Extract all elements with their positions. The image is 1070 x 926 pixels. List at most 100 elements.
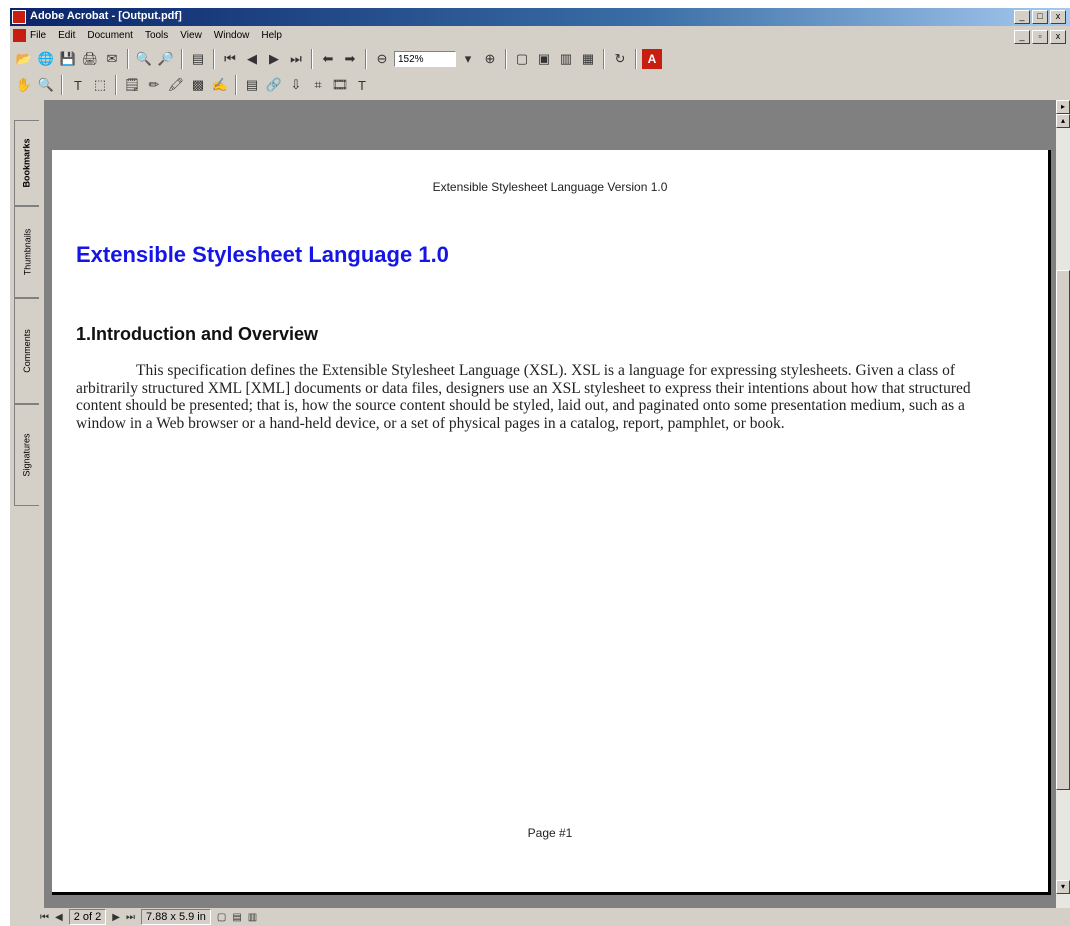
toolbar-separator bbox=[635, 49, 637, 69]
main-toolbar: 📂 🌐 💾 🖨 ✉ 🔍 🔎 ▤ ⏮ ◀ ▶ ⏭ ⬅ ➡ ⊖ 152% ▾ ⊕ ▢… bbox=[10, 46, 1070, 72]
first-page-icon[interactable]: ⏮ bbox=[220, 49, 240, 69]
zoom-tool-icon[interactable]: 🔍 bbox=[36, 75, 56, 95]
page-footer: Page #1 bbox=[527, 826, 573, 840]
menu-bar: File Edit Document Tools View Window Hel… bbox=[10, 27, 1070, 45]
tab-thumbnails-label: Thumbnails bbox=[22, 228, 32, 276]
page-header: Extensible Stylesheet Language Version 1… bbox=[432, 180, 668, 194]
text-select-icon[interactable]: T bbox=[68, 75, 88, 95]
tab-comments[interactable]: Comments bbox=[14, 298, 39, 404]
toolbar-separator bbox=[603, 49, 605, 69]
last-page-icon[interactable]: ⏭ bbox=[286, 49, 306, 69]
hand-tool-icon[interactable]: ✋ bbox=[14, 75, 34, 95]
first-page-nav-icon[interactable]: ⏮ bbox=[40, 912, 49, 923]
menu-tools[interactable]: Tools bbox=[145, 30, 168, 41]
toolbar-separator bbox=[181, 49, 183, 69]
pdf-page: Extensible Stylesheet Language Version 1… bbox=[52, 150, 1051, 895]
fit-width-icon[interactable]: ▥ bbox=[556, 49, 576, 69]
tools-toolbar: ✋ 🔍 T ⬚ 🗒 ✏ 🖍 ▩ ✍ ▤ 🔗 ⇩ ⌗ 🎞 T bbox=[10, 72, 514, 98]
menu-edit[interactable]: Edit bbox=[58, 30, 75, 41]
go-forward-icon[interactable]: ➡ bbox=[340, 49, 360, 69]
window-title: Adobe Acrobat - [Output.pdf] bbox=[30, 10, 182, 22]
maximize-button[interactable]: □ bbox=[1032, 10, 1048, 24]
toolbar-separator bbox=[311, 49, 313, 69]
zoom-in-icon[interactable]: ⊕ bbox=[480, 49, 500, 69]
toolbar-separator bbox=[505, 49, 507, 69]
movie-tool-icon[interactable]: 🎞 bbox=[330, 75, 350, 95]
previous-page-icon[interactable]: ◀ bbox=[242, 49, 262, 69]
doc-restore-button[interactable]: ▫ bbox=[1032, 30, 1048, 44]
menu-file[interactable]: File bbox=[30, 30, 46, 41]
print-icon[interactable]: 🖨 bbox=[80, 49, 100, 69]
document-icon[interactable] bbox=[13, 29, 26, 42]
toolbar-separator bbox=[127, 49, 129, 69]
acrobat-window: Adobe Acrobat - [Output.pdf] _ □ x File … bbox=[10, 8, 1070, 926]
note-tool-icon[interactable]: 🗒 bbox=[122, 75, 142, 95]
toolbar-separator bbox=[61, 75, 63, 95]
fit-visible-icon[interactable]: ▦ bbox=[578, 49, 598, 69]
toolbar-separator bbox=[365, 49, 367, 69]
menu-window[interactable]: Window bbox=[214, 30, 250, 41]
email-icon[interactable]: ✉ bbox=[102, 49, 122, 69]
open-icon[interactable]: 📂 bbox=[14, 49, 34, 69]
toolbar-separator bbox=[115, 75, 117, 95]
zoom-level-field[interactable]: 152% bbox=[394, 51, 456, 67]
crop-tool-icon[interactable]: ⌗ bbox=[308, 75, 328, 95]
scroll-right-arrow-icon[interactable]: ▸ bbox=[1056, 100, 1070, 114]
next-page-icon[interactable]: ▶ bbox=[264, 49, 284, 69]
tab-bookmarks[interactable]: Bookmarks bbox=[14, 120, 39, 206]
touchup-text-icon[interactable]: T bbox=[352, 75, 372, 95]
tab-signatures-label: Signatures bbox=[22, 433, 32, 477]
section-heading: 1.Introduction and Overview bbox=[76, 324, 319, 344]
navigation-tabs: Bookmarks Thumbnails Comments Signatures bbox=[10, 100, 45, 908]
menu-view[interactable]: View bbox=[180, 30, 202, 41]
graphics-select-icon[interactable]: ⬚ bbox=[90, 75, 110, 95]
page-size-display: 7.88 x 5.9 in bbox=[140, 909, 211, 925]
menu-document[interactable]: Document bbox=[87, 30, 133, 41]
link-tool-icon[interactable]: 🔗 bbox=[264, 75, 284, 95]
find-icon[interactable]: 🔍 bbox=[134, 49, 154, 69]
tab-bookmarks-label: Bookmarks bbox=[22, 138, 32, 188]
search-icon[interactable]: 🔎 bbox=[156, 49, 176, 69]
tab-thumbnails[interactable]: Thumbnails bbox=[14, 206, 39, 298]
go-back-icon[interactable]: ⬅ bbox=[318, 49, 338, 69]
close-button[interactable]: x bbox=[1050, 10, 1066, 24]
previous-page-nav-icon[interactable]: ◀ bbox=[55, 912, 63, 923]
zoom-dropdown-icon[interactable]: ▾ bbox=[458, 49, 478, 69]
last-page-nav-icon[interactable]: ⏭ bbox=[126, 912, 135, 923]
article-tool-icon[interactable]: ⇩ bbox=[286, 75, 306, 95]
next-page-nav-icon[interactable]: ▶ bbox=[112, 912, 120, 923]
doc-minimize-button[interactable]: _ bbox=[1014, 30, 1030, 44]
vertical-scrollbar[interactable]: ▸ ▴ ▾ bbox=[1056, 100, 1070, 908]
acrobat-app-icon bbox=[12, 10, 26, 24]
scroll-down-arrow-icon[interactable]: ▾ bbox=[1056, 880, 1070, 894]
document-title: Extensible Stylesheet Language 1.0 bbox=[76, 242, 449, 267]
rotate-icon[interactable]: ↻ bbox=[610, 49, 630, 69]
page-indicator[interactable]: 2 of 2 bbox=[68, 909, 107, 925]
body-paragraph: This specification defines the Extensibl… bbox=[76, 362, 971, 432]
menu-help[interactable]: Help bbox=[261, 30, 282, 41]
form-tool-icon[interactable]: ▤ bbox=[242, 75, 262, 95]
tab-comments-label: Comments bbox=[22, 329, 33, 373]
actual-size-icon[interactable]: ▢ bbox=[512, 49, 532, 69]
minimize-button[interactable]: _ bbox=[1014, 10, 1030, 24]
continuous-layout-icon[interactable]: ▤ bbox=[232, 912, 241, 923]
scrollbar-thumb[interactable] bbox=[1056, 270, 1070, 790]
adobe-logo-icon[interactable]: A bbox=[642, 49, 662, 69]
scroll-up-arrow-icon[interactable]: ▴ bbox=[1056, 114, 1070, 128]
single-page-layout-icon[interactable]: ▢ bbox=[217, 912, 226, 923]
zoom-out-icon[interactable]: ⊖ bbox=[372, 49, 392, 69]
title-bar: Adobe Acrobat - [Output.pdf] _ □ x bbox=[10, 8, 1070, 26]
facing-layout-icon[interactable]: ▥ bbox=[248, 912, 257, 923]
highlight-tool-icon[interactable]: 🖍 bbox=[166, 75, 186, 95]
doc-close-button[interactable]: x bbox=[1050, 30, 1066, 44]
web-capture-icon[interactable]: 🌐 bbox=[36, 49, 56, 69]
show-hide-navigation-icon[interactable]: ▤ bbox=[188, 49, 208, 69]
toolbar-separator bbox=[235, 75, 237, 95]
stamp-tool-icon[interactable]: ▩ bbox=[188, 75, 208, 95]
save-icon[interactable]: 💾 bbox=[58, 49, 78, 69]
pencil-tool-icon[interactable]: ✏ bbox=[144, 75, 164, 95]
fit-page-icon[interactable]: ▣ bbox=[534, 49, 554, 69]
status-bar: ⏮ ◀ 2 of 2 ▶ ⏭ 7.88 x 5.9 in ▢ ▤ ▥ bbox=[10, 908, 1070, 926]
sign-tool-icon[interactable]: ✍ bbox=[210, 75, 230, 95]
tab-signatures[interactable]: Signatures bbox=[14, 404, 39, 506]
